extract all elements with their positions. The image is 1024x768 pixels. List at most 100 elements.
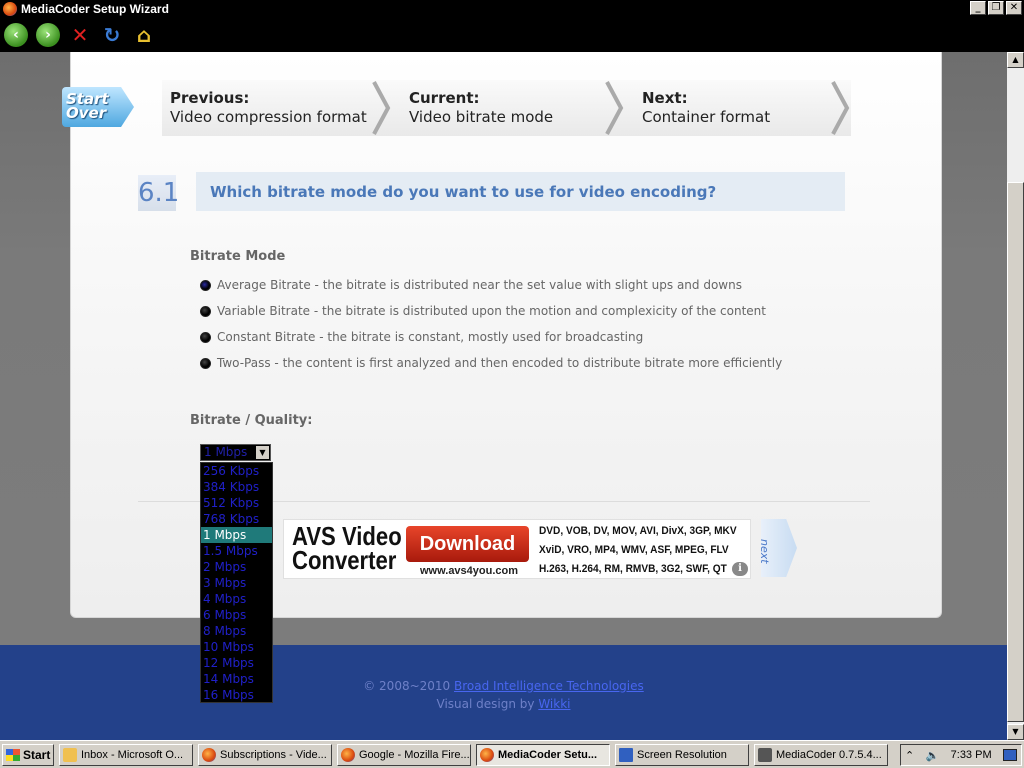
radio-label: Average Bitrate - the bitrate is distrib…: [217, 278, 742, 292]
radio-dot[interactable]: [200, 305, 211, 317]
window-title: MediaCoder Setup Wizard: [21, 2, 169, 16]
radio-average-bitrate[interactable]: Average Bitrate - the bitrate is distrib…: [200, 278, 742, 292]
taskbar: Start Inbox - Microsoft O... Subscription…: [0, 740, 1024, 768]
radio-dot[interactable]: [200, 279, 211, 291]
radio-label: Constant Bitrate - the bitrate is consta…: [217, 330, 644, 344]
bitrate-option[interactable]: 2 Mbps: [201, 559, 272, 575]
designer-link[interactable]: Wikki: [538, 697, 570, 711]
minimize-button[interactable]: _: [970, 1, 986, 15]
display-icon[interactable]: [1002, 749, 1017, 761]
ad-formats-line1: DVD, VOB, DV, MOV, AVI, DivX, 3GP, MKV: [539, 525, 737, 537]
ad-title: AVS Video Converter: [292, 523, 402, 575]
title-bar: MediaCoder Setup Wizard _ ❐ ✕: [0, 0, 1024, 18]
bitrate-option[interactable]: 6 Mbps: [201, 607, 272, 623]
scroll-thumb[interactable]: [1007, 182, 1024, 722]
close-icon: ✕: [71, 23, 89, 47]
arrow-right-icon: ›: [45, 27, 51, 43]
taskbar-item-label: Inbox - Microsoft O...: [81, 748, 184, 761]
bitrate-option[interactable]: 768 Kbps: [201, 511, 272, 527]
browser-toolbar: ‹ › ✕ ↻ ⌂: [0, 18, 1024, 52]
footer: © 2008~2010 Broad Intelligence Technolog…: [0, 645, 1007, 740]
start-over-button[interactable]: Start Over: [62, 87, 134, 127]
ad-download-button[interactable]: Download: [406, 526, 529, 562]
current-label: Current:: [409, 89, 480, 107]
breadcrumb-current: Current: Video bitrate mode: [392, 80, 625, 136]
bitrate-option[interactable]: 16 Mbps: [201, 687, 272, 703]
next-value: Container format: [642, 108, 771, 126]
bitrate-option[interactable]: 14 Mbps: [201, 671, 272, 687]
taskbar-item-label: MediaCoder 0.7.5.4...: [776, 748, 882, 761]
previous-value: Video compression format: [170, 108, 367, 126]
bitrate-option[interactable]: 4 Mbps: [201, 591, 272, 607]
taskbar-item[interactable]: Google - Mozilla Fire...: [337, 743, 471, 766]
system-tray: ⌃ 🔈 7:33 PM: [900, 744, 1022, 766]
radio-variable-bitrate[interactable]: Variable Bitrate - the bitrate is distri…: [200, 304, 766, 318]
firefox-icon: [3, 2, 17, 16]
bitrate-option[interactable]: 256 Kbps: [201, 463, 272, 479]
bitrate-option[interactable]: 10 Mbps: [201, 639, 272, 655]
question-number: 6.1: [138, 175, 179, 211]
taskbar-item[interactable]: Screen Resolution: [615, 743, 749, 766]
display-icon: [619, 747, 633, 762]
firefox-icon: [341, 747, 355, 762]
current-value: Video bitrate mode: [409, 108, 554, 126]
ad-formats-line2: XviD, VRO, MP4, WMV, ASF, MPEG, FLV: [539, 544, 729, 556]
bitrate-option[interactable]: 384 Kbps: [201, 479, 272, 495]
speaker-icon[interactable]: 🔈: [926, 749, 940, 762]
chevron-up-icon[interactable]: ⌃: [905, 749, 914, 762]
breadcrumb-previous[interactable]: Previous: Video compression format: [162, 80, 392, 136]
taskbar-item[interactable]: Subscriptions - Vide...: [198, 743, 332, 766]
bitrate-dropdown-list[interactable]: 256 Kbps 384 Kbps 512 Kbps 768 Kbps 1 Mbps 1.…: [200, 462, 273, 703]
radio-two-pass[interactable]: Two-Pass - the content is first analyzed…: [200, 356, 782, 370]
close-button[interactable]: ✕: [1006, 1, 1022, 15]
taskbar-item-label: Screen Resolution: [637, 748, 727, 761]
breadcrumb-next[interactable]: Next: Container format: [625, 80, 851, 136]
scroll-up-button[interactable]: ▲: [1007, 52, 1024, 68]
breadcrumb: Previous: Video compression format Curre…: [162, 80, 851, 136]
radio-dot[interactable]: [200, 331, 211, 343]
bitrate-option[interactable]: 8 Mbps: [201, 623, 272, 639]
taskbar-item[interactable]: MediaCoder Setu...: [476, 743, 610, 766]
chevron-down-icon[interactable]: ▼: [256, 446, 269, 459]
ad-title-line2: Converter: [292, 545, 397, 575]
bitrate-option[interactable]: 1.5 Mbps: [201, 543, 272, 559]
scroll-down-button[interactable]: ▼: [1007, 724, 1024, 740]
company-link[interactable]: Broad Intelligence Technologies: [454, 679, 644, 693]
forward-button[interactable]: ›: [36, 23, 60, 47]
radio-label: Variable Bitrate - the bitrate is distri…: [217, 304, 766, 318]
bitrate-option[interactable]: 3 Mbps: [201, 575, 272, 591]
bitrate-select[interactable]: 1 Mbps ▼: [200, 444, 271, 461]
start-button[interactable]: Start: [2, 743, 54, 766]
ad-banner[interactable]: AVS Video Converter Download www.avs4you…: [283, 519, 751, 579]
footer-copyright: © 2008~2010 Broad Intelligence Technolog…: [0, 679, 1007, 693]
bitrate-option[interactable]: 1 Mbps: [201, 527, 272, 543]
info-icon[interactable]: i: [732, 562, 748, 576]
chevron-right-icon: [372, 81, 391, 135]
taskbar-item-label: Subscriptions - Vide...: [220, 748, 327, 761]
home-icon: ⌂: [136, 23, 152, 47]
firefox-icon: [202, 747, 216, 762]
next-label: Next:: [642, 89, 688, 107]
taskbar-item[interactable]: MediaCoder 0.7.5.4...: [754, 743, 888, 766]
start-over-label: Start Over: [66, 90, 109, 122]
stop-button[interactable]: ✕: [68, 23, 92, 47]
bitrate-quality-title: Bitrate / Quality:: [190, 413, 313, 428]
home-button[interactable]: ⌂: [132, 23, 156, 47]
chevron-right-icon: [831, 81, 850, 135]
taskbar-item-label: MediaCoder Setu...: [498, 748, 598, 761]
copyright-text: © 2008~2010: [363, 679, 454, 693]
bitrate-option[interactable]: 12 Mbps: [201, 655, 272, 671]
previous-label: Previous:: [170, 89, 250, 107]
firefox-icon: [480, 747, 494, 762]
reload-button[interactable]: ↻: [100, 23, 124, 47]
vertical-scrollbar[interactable]: ▲ ▼: [1007, 52, 1024, 740]
bitrate-option[interactable]: 512 Kbps: [201, 495, 272, 511]
radio-constant-bitrate[interactable]: Constant Bitrate - the bitrate is consta…: [200, 330, 643, 344]
back-button[interactable]: ‹: [4, 23, 28, 47]
radio-dot[interactable]: [200, 357, 211, 369]
mediacoder-icon: [758, 747, 772, 762]
taskbar-item[interactable]: Inbox - Microsoft O...: [59, 743, 193, 766]
restore-button[interactable]: ❐: [988, 1, 1004, 15]
footer-design: Visual design by Wikki: [0, 697, 1007, 711]
arrow-left-icon: ‹: [13, 27, 19, 43]
